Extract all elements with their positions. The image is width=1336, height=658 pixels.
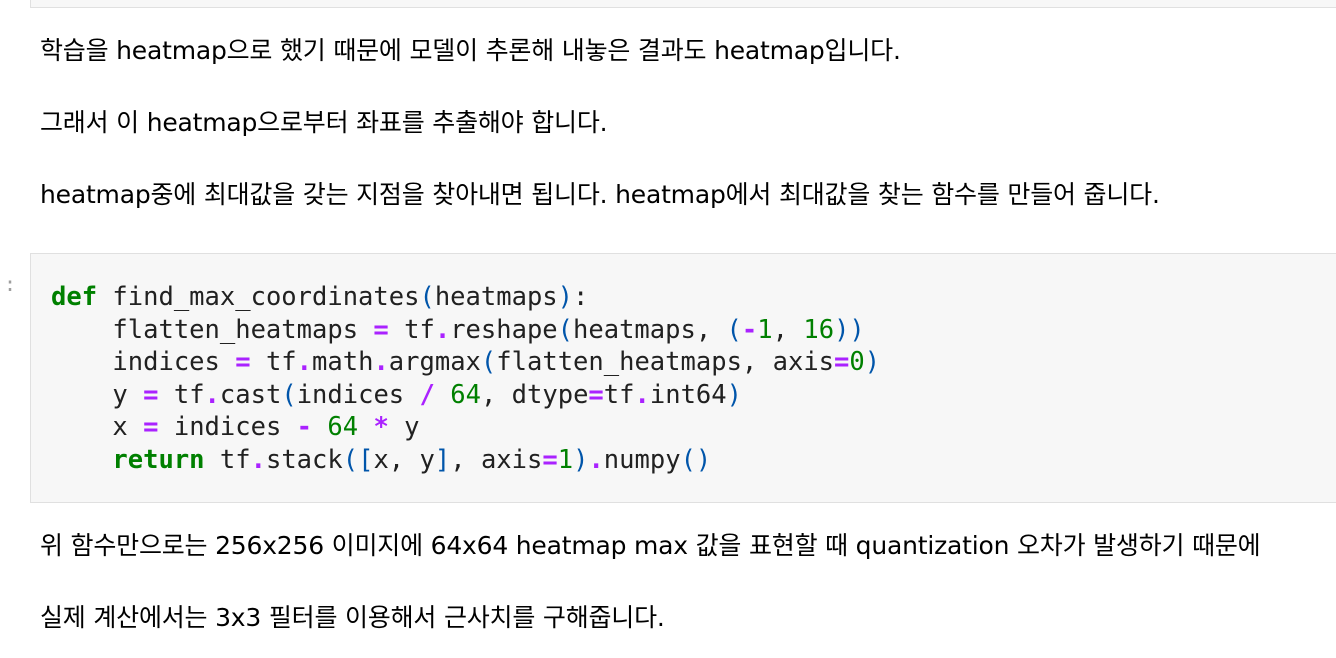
markdown-line-5: 실제 계산에서는 3x3 필터를 이용해서 근사치를 구해줍니다. (40, 603, 665, 632)
code-line-3: indices = tf.math.argmax(flatten_heatmap… (51, 346, 880, 379)
code-token: heatmaps (434, 282, 558, 312)
code-operator: = (143, 412, 159, 443)
keyword-return: return (112, 444, 205, 475)
code-token: tf (603, 379, 635, 410)
code-token: indices (158, 412, 297, 443)
code-token: tf (204, 444, 251, 475)
code-token: argmax (388, 347, 481, 378)
code-token: indices (51, 347, 236, 378)
code-operator: . (634, 379, 650, 410)
code-token: numpy (603, 444, 681, 475)
code-operator: = (235, 347, 251, 378)
code-line-1: def find_max_coordinates(heatmaps): (51, 281, 880, 314)
code-number: 16 (803, 314, 835, 345)
code-operator: . (373, 347, 389, 378)
code-paren: ( (419, 282, 435, 312)
code-token: y (388, 412, 420, 443)
code-number: 64 (327, 412, 359, 443)
code-line-6: return tf.stack([x, y], axis=1).numpy() (51, 444, 880, 477)
code-token: heatmaps, (573, 314, 727, 345)
code-operator: = (143, 379, 159, 410)
code-paren: ([ (342, 444, 374, 475)
code-paren: ) (573, 444, 589, 475)
code-operator: . (588, 444, 604, 475)
code-number: 0 (849, 347, 865, 378)
code-editor[interactable]: def find_max_coordinates(heatmaps): flat… (51, 281, 880, 477)
code-operator: * (373, 412, 389, 443)
code-operator: - (296, 412, 313, 443)
code-paren: ( (726, 314, 742, 345)
code-token: x (51, 412, 144, 443)
code-paren: ) (557, 282, 574, 312)
code-operator: . (204, 379, 220, 410)
code-token: stack (265, 444, 343, 475)
code-operator: = (834, 347, 850, 378)
cell-prompt-marker: : (4, 272, 17, 296)
code-paren: ) (726, 379, 742, 410)
code-operator: / (419, 379, 435, 410)
code-operator: - (741, 314, 758, 345)
code-token: reshape (450, 314, 558, 345)
code-paren: )) (834, 314, 865, 345)
code-operator: . (250, 444, 266, 475)
code-paren: () (680, 444, 712, 475)
code-paren: ] (434, 444, 451, 475)
code-operator: = (373, 314, 389, 345)
code-paren: ( (480, 347, 497, 378)
code-operator: = (542, 444, 558, 475)
code-token: cast (219, 379, 282, 410)
code-number: 1 (757, 314, 773, 345)
code-token: int64 (649, 379, 727, 410)
code-token: flatten_heatmaps (51, 314, 374, 345)
code-token: , dtype (480, 379, 589, 410)
code-token: tf (250, 347, 297, 378)
code-operator: . (296, 347, 313, 378)
code-token: tf (388, 314, 435, 345)
code-number: 1 (557, 444, 574, 475)
keyword-def: def (51, 282, 98, 312)
code-paren: ( (557, 314, 574, 345)
markdown-line-3: heatmap중에 최대값을 갖는 지점을 찾아내면 됩니다. heatmap에… (40, 180, 1160, 209)
code-cell[interactable]: def find_max_coordinates(heatmaps): flat… (30, 253, 1336, 503)
code-paren: ) (864, 347, 881, 378)
markdown-line-4: 위 함수만으로는 256x256 이미지에 64x64 heatmap max … (40, 531, 1261, 560)
markdown-line-2: 그래서 이 heatmap으로부터 좌표를 추출해야 합니다. (40, 108, 608, 137)
code-line-4: y = tf.cast(indices / 64, dtype=tf.int64… (51, 379, 880, 412)
code-token: find_max_coordinates (97, 282, 420, 312)
code-token: flatten_heatmaps, axis (496, 347, 835, 378)
code-token: tf (158, 379, 205, 410)
code-line-2: flatten_heatmaps = tf.reshape(heatmaps, … (51, 314, 880, 347)
code-paren: ( (281, 379, 297, 410)
code-token: math (312, 347, 374, 378)
code-operator: . (434, 314, 451, 345)
code-token: , axis (450, 444, 543, 475)
code-token: , (772, 314, 804, 345)
code-token: indices (296, 379, 420, 410)
markdown-line-1: 학습을 heatmap으로 했기 때문에 모델이 추론해 내놓은 결과도 hea… (40, 36, 901, 65)
code-token: : (573, 282, 589, 312)
code-line-5: x = indices - 64 * y (51, 411, 880, 444)
previous-cell-border (30, 0, 1336, 8)
code-number: 64 (450, 379, 481, 410)
code-operator: = (588, 379, 604, 410)
code-token: y (51, 379, 144, 410)
code-token: x, y (373, 444, 435, 475)
